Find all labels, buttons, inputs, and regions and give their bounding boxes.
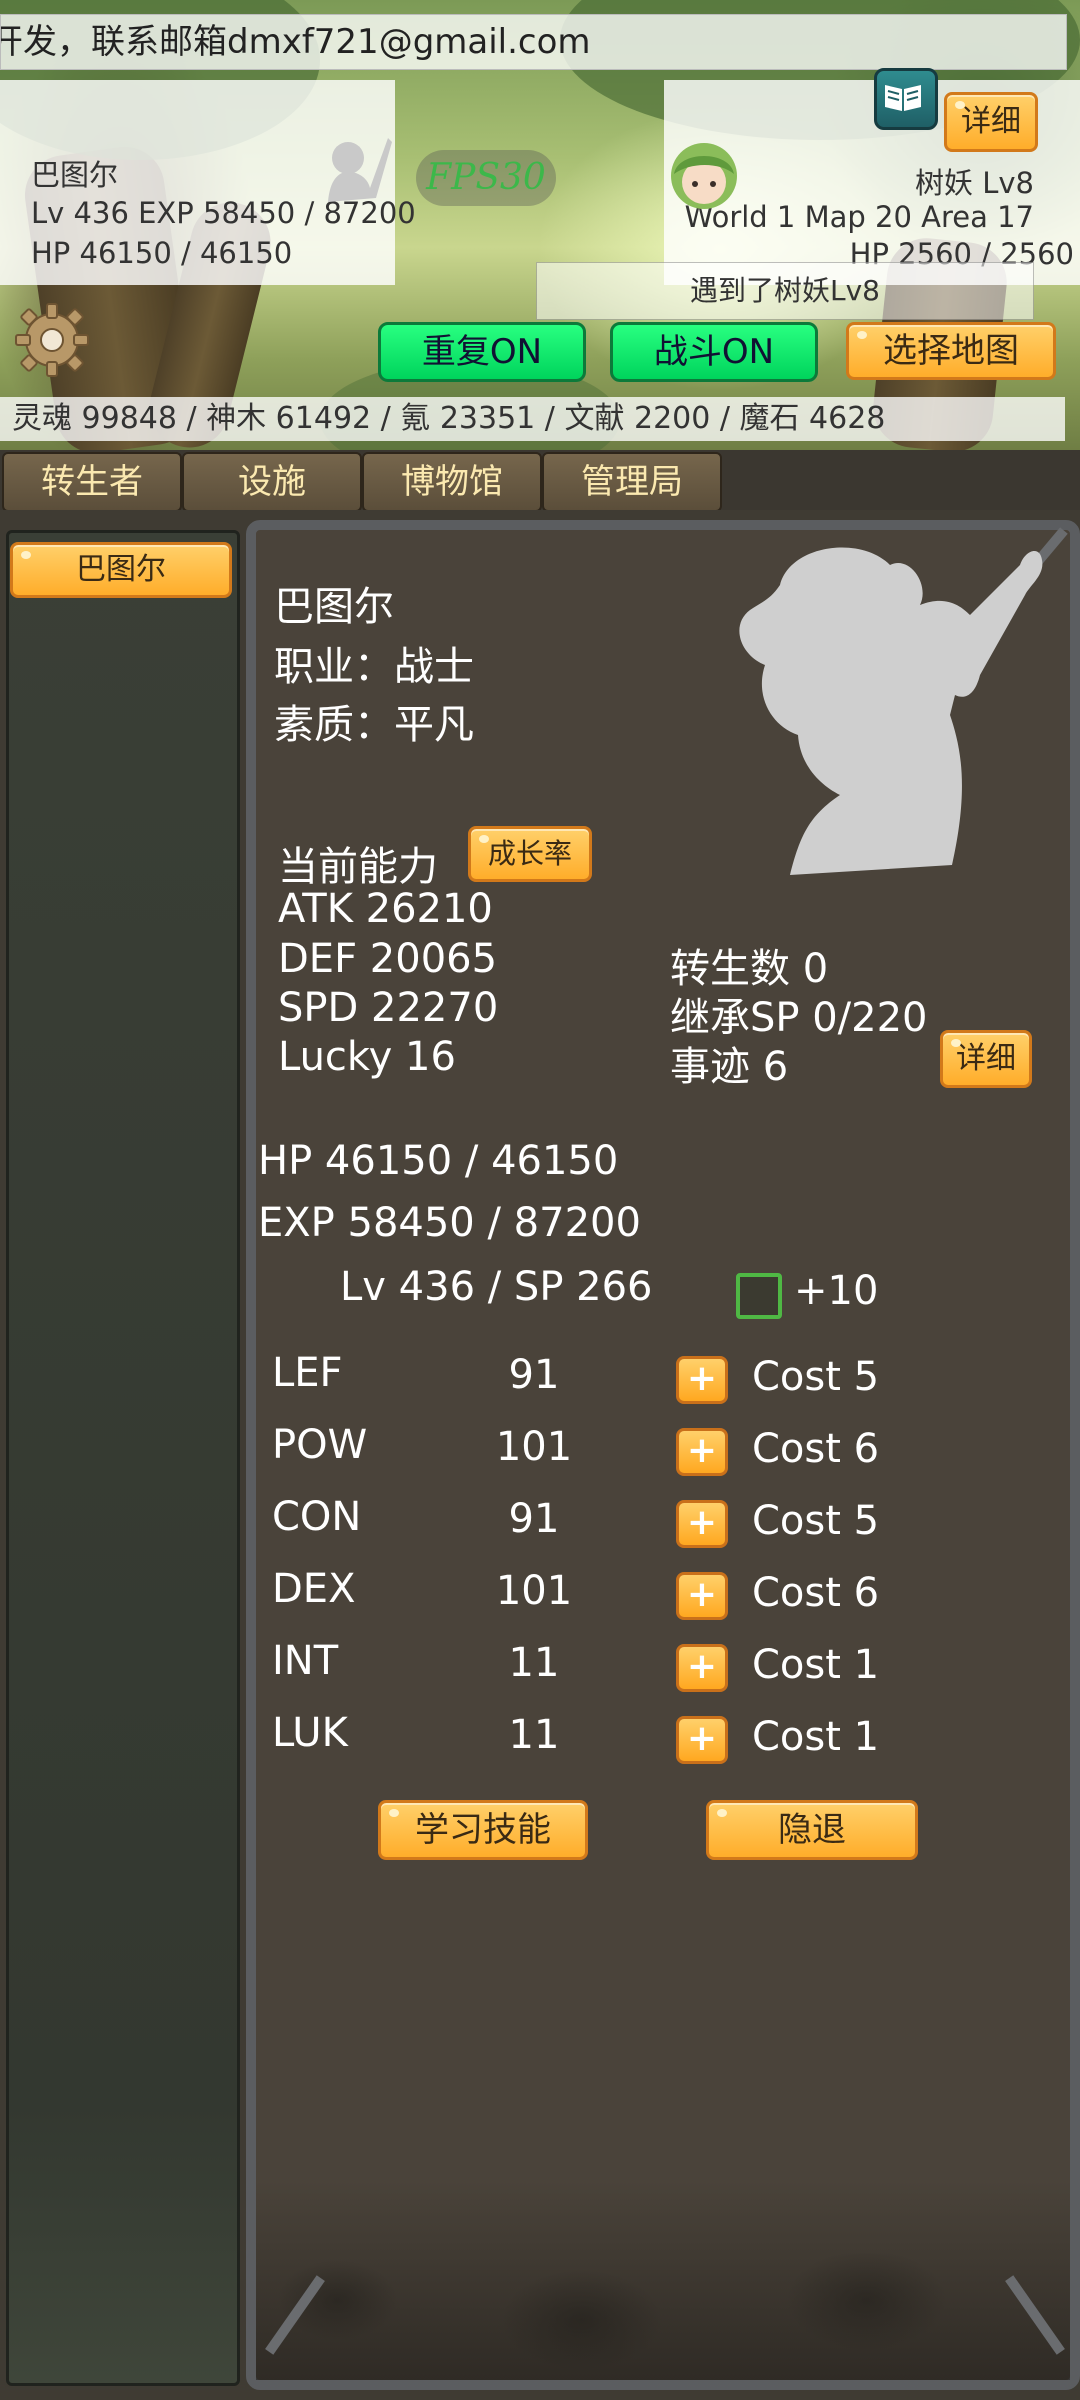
- stat-name: LEF: [272, 1350, 343, 1396]
- stat-row: POW 101 + Cost 6: [272, 1422, 1052, 1482]
- character-portrait: [739, 547, 1043, 875]
- stat-row: CON 91 + Cost 5: [272, 1494, 1052, 1554]
- character-list-item[interactable]: 巴图尔: [10, 542, 232, 598]
- character-job: 职业：战士: [274, 644, 474, 690]
- increase-stat-button[interactable]: +: [676, 1356, 728, 1404]
- stat-name: CON: [272, 1494, 362, 1540]
- stat-value: 91: [508, 1496, 560, 1542]
- stat-row: LUK 11 + Cost 1: [272, 1710, 1052, 1770]
- learn-skill-button[interactable]: 学习技能: [378, 1800, 588, 1860]
- stat-cost: Cost 1: [752, 1642, 880, 1688]
- lucky-value: Lucky 16: [278, 1034, 456, 1080]
- stat-row: INT 11 + Cost 1: [272, 1638, 1052, 1698]
- stat-cost: Cost 1: [752, 1714, 880, 1760]
- player-name: 巴图尔: [31, 158, 119, 192]
- stat-name: POW: [272, 1422, 368, 1468]
- retire-button[interactable]: 隐退: [706, 1800, 918, 1860]
- stat-value: 11: [508, 1712, 560, 1758]
- plus-ten-label: +10: [794, 1268, 879, 1314]
- increase-stat-button[interactable]: +: [676, 1644, 728, 1692]
- character-quality: 素质：平凡: [274, 702, 474, 748]
- stat-value: 101: [495, 1568, 573, 1614]
- growth-rate-button[interactable]: 成长率: [468, 826, 592, 882]
- resource-bar: 灵魂 99848 / 神木 61492 / 氪 23351 / 文献 2200 …: [0, 397, 1065, 441]
- plus-ten-checkbox[interactable]: [736, 1273, 782, 1319]
- player-silhouette-icon: [328, 138, 392, 202]
- select-map-button[interactable]: 选择地图: [846, 322, 1056, 380]
- stat-cost: Cost 5: [752, 1354, 880, 1400]
- book-icon[interactable]: [874, 68, 938, 130]
- player-hp: HP 46150 / 46150: [31, 236, 293, 270]
- battle-toggle[interactable]: 战斗ON: [610, 322, 818, 382]
- stat-name: DEX: [272, 1566, 356, 1612]
- stat-cost: Cost 5: [752, 1498, 880, 1544]
- def-value: DEF 20065: [278, 936, 498, 982]
- stat-cost: Cost 6: [752, 1426, 880, 1472]
- stat-row: DEX 101 + Cost 6: [272, 1566, 1052, 1626]
- stat-name: LUK: [272, 1710, 348, 1756]
- level-sp: Lv 436 / SP 266: [340, 1264, 653, 1310]
- stat-cost: Cost 6: [752, 1570, 880, 1616]
- enemy-name-level: 树妖 Lv8: [915, 166, 1034, 200]
- character-exp: EXP 58450 / 87200: [258, 1200, 641, 1246]
- contact-banner: 开发，联系邮箱dmxf721@gmail.com: [0, 14, 1067, 70]
- tab-facilities[interactable]: 设施: [182, 452, 362, 512]
- stat-value: 11: [508, 1640, 560, 1686]
- stat-value: 91: [508, 1352, 560, 1398]
- increase-stat-button[interactable]: +: [676, 1428, 728, 1476]
- fps-counter: FPS30: [416, 150, 556, 206]
- battle-log: 遇到了树妖Lv8: [536, 262, 1034, 320]
- increase-stat-button[interactable]: +: [676, 1572, 728, 1620]
- enemy-avatar-icon: [671, 143, 737, 209]
- player-status-panel: 巴图尔 Lv 436 EXP 58450 / 87200 HP 46150 / …: [0, 80, 416, 285]
- repeat-toggle[interactable]: 重复ON: [378, 322, 586, 382]
- deeds-count: 事迹 6: [670, 1044, 789, 1090]
- stat-row: LEF 91 + Cost 5: [272, 1350, 1052, 1410]
- atk-value: ATK 26210: [278, 886, 493, 932]
- character-name: 巴图尔: [274, 584, 394, 630]
- stat-name: INT: [272, 1638, 339, 1684]
- character-hp: HP 46150 / 46150: [258, 1138, 619, 1184]
- increase-stat-button[interactable]: +: [676, 1500, 728, 1548]
- character-list: [6, 530, 240, 2386]
- enemy-detail-button[interactable]: 详细: [944, 92, 1038, 152]
- tab-reincarnator[interactable]: 转生者: [2, 452, 182, 512]
- increase-stat-button[interactable]: +: [676, 1716, 728, 1764]
- gear-icon[interactable]: [14, 302, 90, 378]
- deeds-detail-button[interactable]: 详细: [940, 1030, 1032, 1088]
- spd-value: SPD 22270: [278, 985, 499, 1031]
- current-ability-label: 当前能力: [278, 844, 438, 890]
- tab-management[interactable]: 管理局: [542, 452, 722, 512]
- stat-value: 101: [495, 1424, 573, 1470]
- tab-museum[interactable]: 博物馆: [362, 452, 542, 512]
